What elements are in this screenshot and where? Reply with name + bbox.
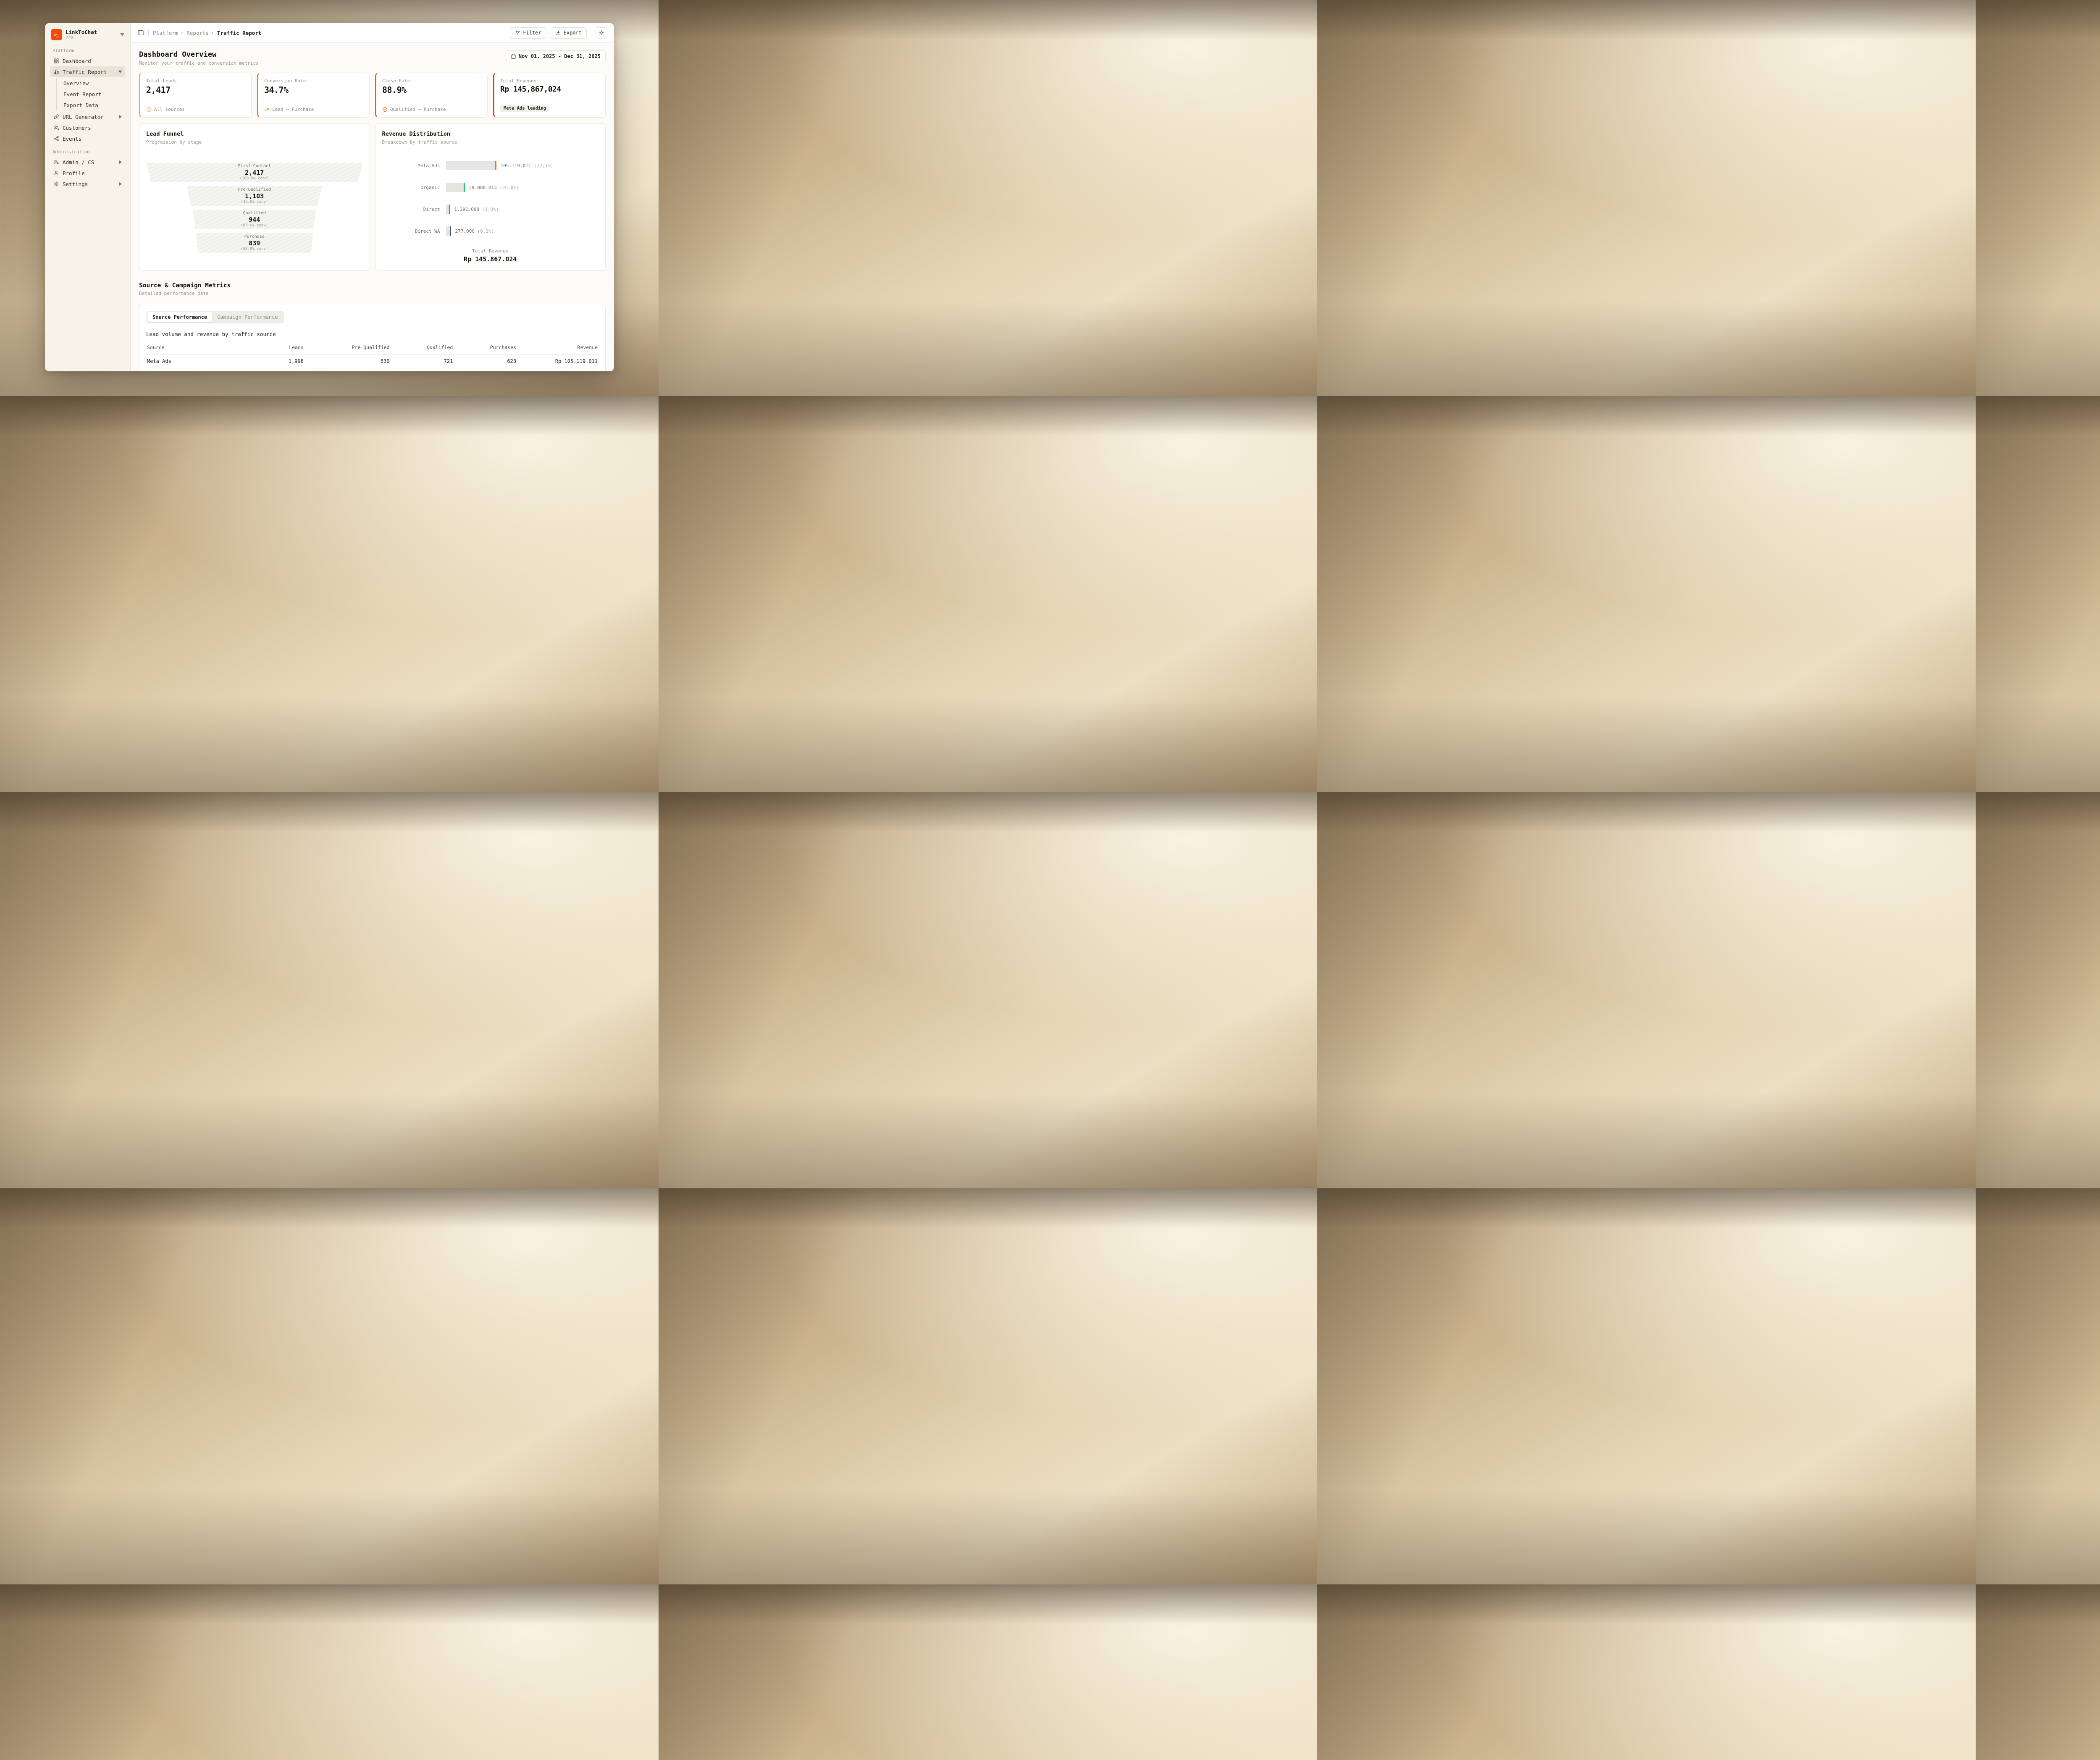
col-pre-qualified: Pre-Qualified bbox=[304, 341, 391, 355]
link-icon bbox=[53, 114, 59, 120]
sidebar-item-event-report[interactable]: Event Report bbox=[62, 89, 125, 100]
stat-card-conversion-rate: Conversion Rate 34.7% Lead → Purchase bbox=[257, 73, 370, 118]
sidebar-item-admin-cs[interactable]: Admin / CS bbox=[50, 157, 125, 168]
sidebar-item-traffic-report[interactable]: Traffic Report bbox=[50, 66, 125, 77]
stat-cards: Total Leads 2,417 All sources Conversion… bbox=[139, 73, 606, 118]
tab-source-performance[interactable]: Source Performance bbox=[147, 312, 212, 322]
sidebar-section-administration: Administration bbox=[52, 150, 123, 155]
sidebar-item-customers[interactable]: Customers bbox=[50, 122, 125, 133]
chevron-right-icon: ▸ bbox=[181, 31, 184, 35]
traffic-report-submenu: Overview Event Report Export Data bbox=[56, 78, 125, 110]
trending-up-icon bbox=[264, 107, 270, 112]
terminal-logo-icon: >_ bbox=[51, 29, 62, 40]
revenue-row: Organic 39.080.013 (26,8%) bbox=[382, 183, 599, 192]
table-row: Organic 400 261 213 209 Rp 39.080.013 bbox=[146, 368, 598, 372]
funnel-stage: First Contact 2,417 (100.0% conv) bbox=[146, 163, 363, 182]
download-icon bbox=[556, 30, 561, 36]
stat-card-total-revenue: Total Revenue Rp 145,867,024 Meta Ads le… bbox=[493, 73, 606, 118]
tab-campaign-performance[interactable]: Campaign Performance bbox=[212, 312, 283, 322]
bar bbox=[446, 161, 496, 170]
main-area: Platform ▸ Reports ▸ Traffic Report Filt… bbox=[131, 23, 614, 371]
col-purchases: Purchases bbox=[454, 341, 517, 355]
user-gear-icon bbox=[53, 159, 59, 165]
divider bbox=[148, 29, 149, 36]
stat-card-close-rate: Close Rate 88.9% Qualified → Purchase bbox=[375, 73, 488, 118]
funnel-stage: Qualified 944 (85.6% conv) bbox=[146, 210, 363, 229]
chevron-down-icon bbox=[118, 71, 122, 73]
share-network-icon bbox=[53, 136, 59, 142]
revenue-bar-chart: Meta Ads 105.119.011 (72,1%) Organic 39.… bbox=[382, 161, 599, 236]
date-range-button[interactable]: Nov 01, 2025 - Dec 31, 2025 bbox=[506, 50, 606, 62]
source-performance-table: Source Leads Pre-Qualified Qualified Pur… bbox=[146, 341, 598, 371]
stat-card-total-leads: Total Leads 2,417 All sources bbox=[139, 73, 252, 118]
chevron-right-icon bbox=[119, 182, 122, 186]
table-header-row: Source Leads Pre-Qualified Qualified Pur… bbox=[146, 341, 598, 355]
metrics-card: Source Performance Campaign Performance … bbox=[139, 304, 606, 371]
export-button[interactable]: Export bbox=[551, 27, 587, 39]
revenue-row: Meta Ads 105.119.011 (72,1%) bbox=[382, 161, 599, 170]
breadcrumb-reports[interactable]: Reports bbox=[186, 30, 209, 36]
breadcrumb-traffic-report: Traffic Report bbox=[217, 30, 261, 36]
calendar-icon bbox=[511, 54, 516, 59]
app-name: LinkToChat bbox=[66, 29, 117, 35]
sidebar-item-events[interactable]: Events bbox=[50, 133, 125, 144]
grid-icon bbox=[53, 58, 59, 64]
check-circle-icon bbox=[146, 107, 152, 112]
revenue-row: Direct 1.391.000 (1,0%) bbox=[382, 205, 599, 214]
chevron-down-icon bbox=[120, 33, 124, 36]
col-qualified: Qualified bbox=[391, 341, 454, 355]
sidebar-item-export-data[interactable]: Export Data bbox=[62, 100, 125, 110]
funnel-stage: Pre-Qualified 1,103 (45.6% conv) bbox=[146, 186, 363, 206]
filter-funnel-icon bbox=[515, 30, 520, 36]
charts-row: Lead Funnel Progression by stage First C… bbox=[139, 123, 606, 271]
col-revenue: Revenue bbox=[517, 341, 598, 355]
sun-icon bbox=[598, 30, 604, 36]
sidebar-item-profile[interactable]: Profile bbox=[50, 168, 125, 179]
user-icon bbox=[53, 170, 59, 176]
sidebar-item-overview[interactable]: Overview bbox=[62, 78, 125, 89]
bar bbox=[446, 205, 450, 214]
sidebar-item-settings[interactable]: Settings bbox=[50, 179, 125, 189]
revenue-total: Total Revenue Rp 145.867.024 bbox=[382, 248, 599, 263]
bar-chart-icon bbox=[53, 69, 59, 75]
panel-left-icon[interactable] bbox=[137, 29, 144, 36]
bar bbox=[446, 183, 465, 192]
col-source: Source bbox=[146, 341, 241, 355]
app-plan: Pro bbox=[66, 35, 117, 40]
sidebar-item-url-generator[interactable]: URL Generator bbox=[50, 111, 125, 122]
breadcrumb: Platform ▸ Reports ▸ Traffic Report bbox=[153, 30, 506, 36]
revenue-distribution-card: Revenue Distribution Breakdown by traffi… bbox=[375, 123, 606, 271]
app-window: >_ LinkToChat Pro Platform Dashboard Tra… bbox=[45, 23, 614, 371]
table-caption: Lead volume and revenue by traffic sourc… bbox=[146, 331, 598, 337]
lead-funnel-card: Lead Funnel Progression by stage First C… bbox=[139, 123, 370, 271]
page-title: Dashboard Overview bbox=[139, 50, 259, 59]
content: Dashboard Overview Monitor your traffic … bbox=[131, 43, 614, 371]
sidebar-section-platform: Platform bbox=[52, 48, 123, 53]
breadcrumb-platform[interactable]: Platform bbox=[153, 30, 178, 36]
page-subtitle: Monitor your traffic and conversion metr… bbox=[139, 60, 259, 66]
bar bbox=[446, 226, 451, 236]
workspace-switcher[interactable]: >_ LinkToChat Pro bbox=[50, 27, 125, 43]
gear-icon bbox=[53, 181, 59, 187]
check-circle-icon bbox=[382, 107, 388, 112]
table-row: Meta Ads 1,998 830 721 623 Rp 105.119.01… bbox=[146, 355, 598, 368]
top-bar: Platform ▸ Reports ▸ Traffic Report Filt… bbox=[131, 23, 614, 43]
filter-button[interactable]: Filter bbox=[510, 27, 546, 39]
sidebar: >_ LinkToChat Pro Platform Dashboard Tra… bbox=[45, 23, 131, 371]
chevron-right-icon: ▸ bbox=[212, 31, 214, 35]
col-leads: Leads bbox=[241, 341, 304, 355]
funnel-stage: Purchase 839 (88.9% conv) bbox=[146, 233, 363, 253]
sidebar-item-dashboard[interactable]: Dashboard bbox=[50, 55, 125, 66]
section-subtitle: Detailed performance data bbox=[139, 291, 606, 296]
status-badge: Meta Ads leading bbox=[500, 105, 549, 112]
funnel-chart: First Contact 2,417 (100.0% conv) Pre-Qu… bbox=[146, 163, 363, 253]
revenue-row: Direct WA 277.000 (0,2%) bbox=[382, 226, 599, 236]
users-icon bbox=[53, 125, 59, 131]
chevron-right-icon bbox=[119, 160, 122, 164]
metrics-tabs: Source Performance Campaign Performance bbox=[146, 311, 284, 323]
theme-toggle-button[interactable] bbox=[596, 27, 607, 39]
section-title: Source & Campaign Metrics bbox=[139, 282, 606, 289]
chevron-right-icon bbox=[119, 115, 122, 118]
